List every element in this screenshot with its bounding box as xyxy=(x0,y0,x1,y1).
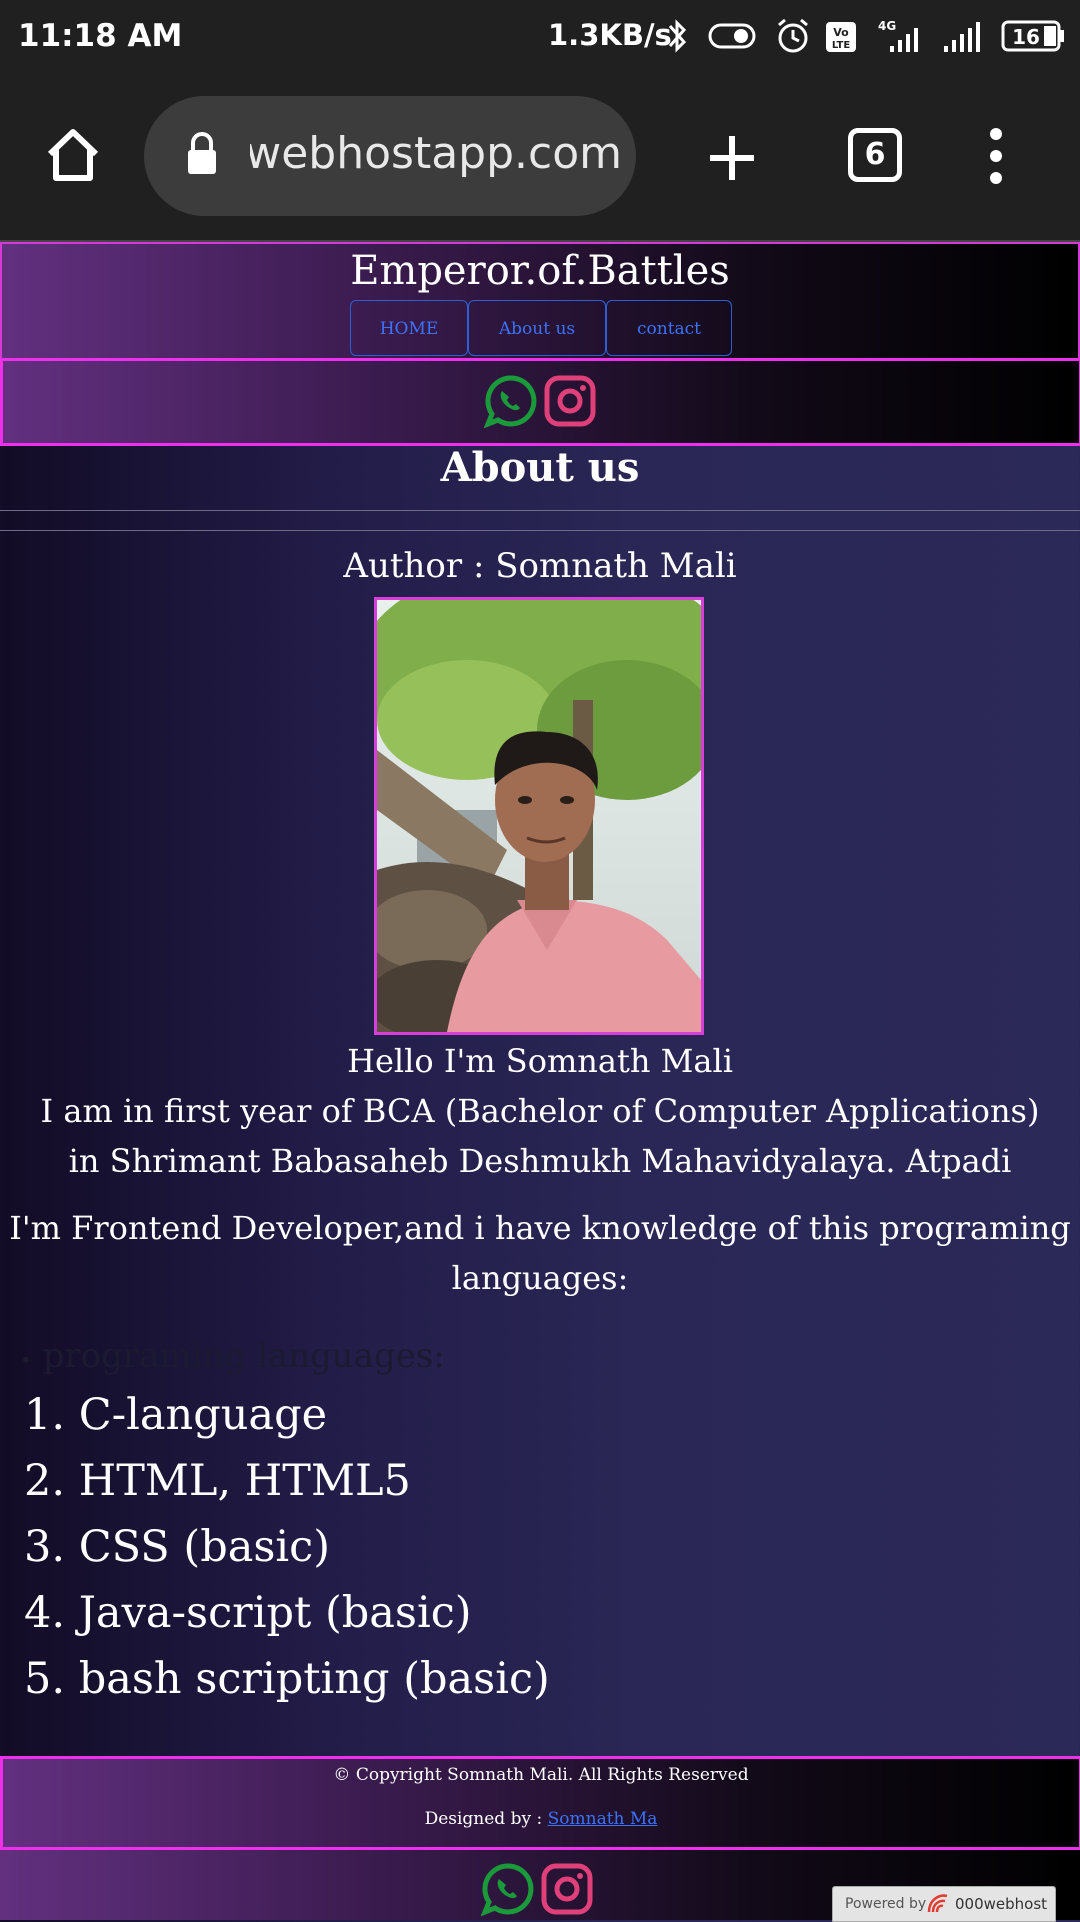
battery-level: 16 xyxy=(1012,25,1040,49)
signal-icon xyxy=(944,22,980,52)
author-line: Author : Somnath Mali xyxy=(343,546,737,586)
language-item: 5. bash scripting (basic) xyxy=(24,1654,550,1704)
bio-college: in Shrimant Babasaheb Deshmukh Mahavidya… xyxy=(68,1142,1012,1180)
network-speed: 1.3KB/s xyxy=(548,18,672,52)
tab-switcher-button[interactable]: 6 xyxy=(848,128,902,182)
nav-contact[interactable]: contact xyxy=(606,300,732,356)
divider xyxy=(0,510,1080,511)
status-time: 11:18 AM xyxy=(18,18,183,54)
powered-by-badge[interactable]: Powered by 000webhost xyxy=(832,1886,1056,1922)
bio-education: I am in first year of BCA (Bachelor of C… xyxy=(40,1092,1040,1130)
new-tab-icon[interactable] xyxy=(706,132,758,184)
dev-intro-cont: languages: xyxy=(451,1259,629,1297)
bullet: • xyxy=(20,1348,32,1372)
copyright-text: © Copyright Somnath Mali. All Rights Res… xyxy=(333,1765,749,1785)
url-bar[interactable]: webhostapp.com xyxy=(144,96,636,216)
svg-text:4G: 4G xyxy=(878,19,896,33)
powered-by-label: Powered by xyxy=(845,1896,927,1912)
languages-heading: • programing languages: xyxy=(20,1336,445,1376)
nav-about-us[interactable]: About us xyxy=(468,300,606,356)
social-bar xyxy=(0,358,1080,446)
data-saver-icon xyxy=(708,23,756,49)
designed-by-label: Designed by : xyxy=(424,1809,548,1829)
browser-toolbar: webhostapp.com 6 xyxy=(0,72,1080,242)
instagram-icon[interactable] xyxy=(540,1862,594,1916)
page-heading: About us xyxy=(440,444,640,491)
home-icon[interactable] xyxy=(42,124,104,186)
battery-icon: 16 xyxy=(1001,20,1064,52)
author-photo xyxy=(374,597,704,1035)
svg-text:LTE: LTE xyxy=(832,40,851,51)
svg-text:Vo: Vo xyxy=(833,26,849,39)
author-photo-image xyxy=(377,600,701,1032)
language-item: 4. Java-script (basic) xyxy=(24,1588,472,1638)
host-name: 000webhost xyxy=(955,1895,1048,1913)
site-header: Emperor.of.Battles HOME About us contact xyxy=(0,242,1080,360)
whatsapp-icon[interactable] xyxy=(480,1862,534,1916)
nav-menu: HOME About us contact xyxy=(350,300,732,356)
instagram-icon[interactable] xyxy=(543,374,597,428)
site-title: Emperor.of.Battles xyxy=(350,248,730,294)
status-bar: 11:18 AM 1.3KB/s Vo LTE 4G 16 xyxy=(0,0,1080,72)
divider xyxy=(0,530,1080,531)
languages-heading-text: programing languages: xyxy=(42,1336,445,1376)
language-item: 3. CSS (basic) xyxy=(24,1522,331,1572)
volte-icon: Vo LTE xyxy=(826,22,856,52)
signal-4g-icon: 4G xyxy=(878,19,918,52)
url-text[interactable]: webhostapp.com xyxy=(250,128,622,179)
bio-greeting: Hello I'm Somnath Mali xyxy=(347,1042,733,1080)
nav-home[interactable]: HOME xyxy=(350,300,468,356)
bluetooth-icon xyxy=(668,19,687,53)
designer-link[interactable]: Somnath Ma xyxy=(548,1809,658,1829)
footer: © Copyright Somnath Mali. All Rights Res… xyxy=(0,1756,1080,1850)
whatsapp-icon[interactable] xyxy=(483,374,537,428)
more-options-icon[interactable] xyxy=(984,126,1008,186)
language-item: 1. C-language xyxy=(24,1390,328,1440)
lock-icon xyxy=(188,132,216,174)
webhost-logo-icon xyxy=(927,1894,948,1913)
designed-by: Designed by : Somnath Ma xyxy=(3,1809,1079,1829)
tab-count: 6 xyxy=(864,137,886,172)
language-item: 2. HTML, HTML5 xyxy=(24,1456,411,1506)
alarm-icon xyxy=(778,18,808,53)
dev-intro: I'm Frontend Developer,and i have knowle… xyxy=(9,1209,1071,1247)
